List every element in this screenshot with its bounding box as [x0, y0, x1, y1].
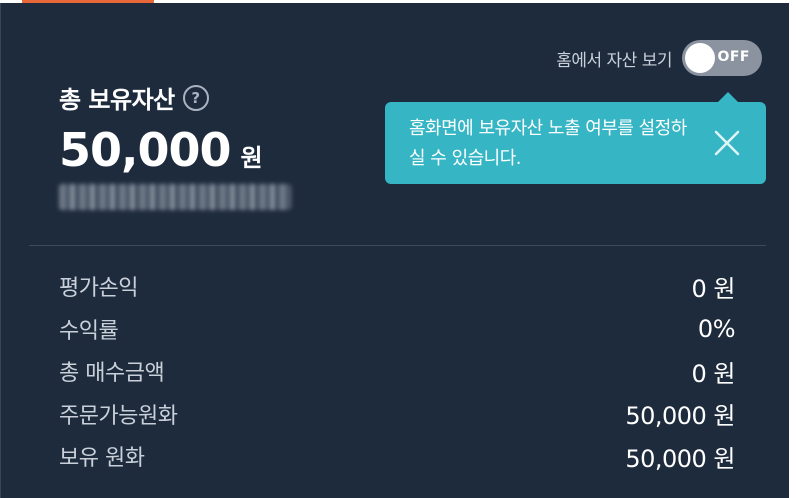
- page-title: 총 보유자산: [59, 86, 175, 114]
- row-label: 보유 원화: [59, 446, 145, 472]
- total-assets-header: 총 보유자산 ?: [59, 80, 209, 115]
- row-return-rate: 수익률 0%: [59, 308, 736, 351]
- row-profit-loss: 평가손익 0 원: [59, 265, 736, 308]
- row-label: 총 매수금액: [59, 361, 165, 387]
- row-label: 주문가능원화: [59, 403, 178, 429]
- asset-summary-panel: 홈에서 자산 보기 OFF 총 보유자산 ? 50,000 원 홈화면에 보유자…: [0, 3, 790, 498]
- row-value: 50,000 원: [625, 402, 735, 431]
- toggle-knob: [685, 43, 715, 73]
- row-label: 수익률: [59, 318, 119, 344]
- tooltip-text: 홈화면에 보유자산 노출 여부를 설정하실 수 있습니다.: [409, 118, 687, 169]
- row-orderable-krw: 주문가능원화 50,000 원: [59, 393, 735, 436]
- row-total-purchase: 총 매수금액 0 원: [59, 350, 736, 393]
- row-value: 0 원: [691, 359, 736, 388]
- divider: [29, 245, 766, 246]
- row-value: 0%: [697, 314, 736, 343]
- row-held-krw: 보유 원화 50,000 원: [59, 435, 735, 478]
- active-tab-indicator: [22, 0, 154, 3]
- row-label: 평가손익: [59, 276, 138, 302]
- toggle-state-text: OFF: [717, 49, 750, 65]
- row-value: 0 원: [691, 274, 736, 303]
- question-circle-icon[interactable]: ?: [182, 84, 209, 111]
- total-assets-amount: 50,000 원: [59, 123, 263, 177]
- asset-detail-list: 평가손익 0 원 수익률 0% 총 매수금액 0 원 주문가능원화 50,000…: [59, 265, 736, 478]
- amount-unit: 원: [240, 144, 263, 172]
- home-visibility-tooltip: 홈화면에 보유자산 노출 여부를 설정하실 수 있습니다.: [385, 92, 766, 184]
- row-value: 50,000 원: [625, 444, 735, 473]
- close-icon[interactable]: [714, 130, 740, 156]
- tooltip-arrow: [718, 92, 738, 102]
- home-toggle-label: 홈에서 자산 보기: [556, 50, 672, 71]
- blurred-account-info: [59, 184, 291, 210]
- page-edge: [789, 0, 797, 498]
- home-visibility-setting: 홈에서 자산 보기 OFF: [556, 40, 762, 76]
- amount-value: 50,000: [59, 123, 232, 177]
- home-visibility-toggle[interactable]: OFF: [682, 40, 762, 76]
